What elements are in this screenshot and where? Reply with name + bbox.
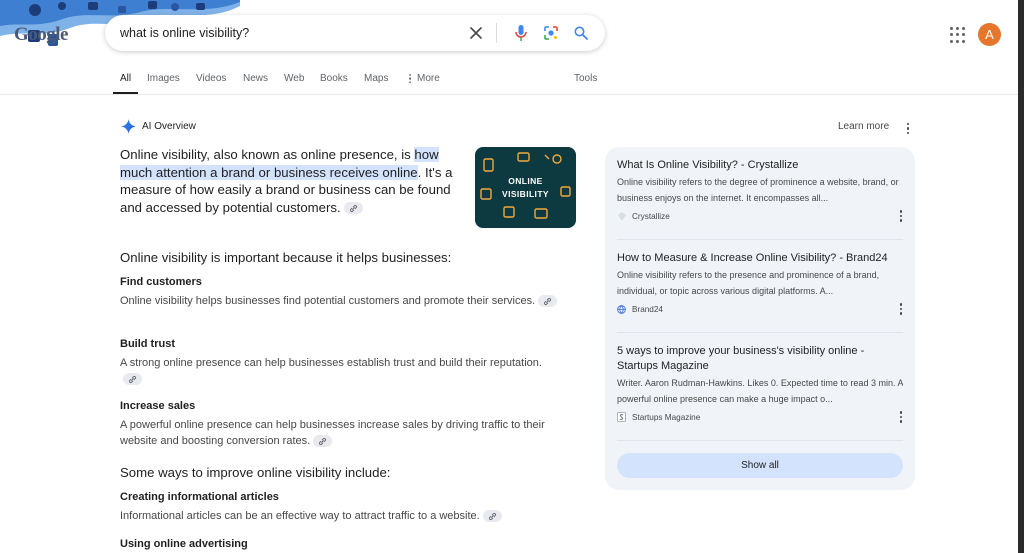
- source-more-icon[interactable]: [900, 210, 903, 222]
- source-divider: [617, 239, 903, 240]
- source-snippet: Online visibility refers to the presence…: [617, 270, 880, 296]
- tab-books[interactable]: Books: [320, 73, 348, 84]
- tools-button[interactable]: Tools: [574, 73, 597, 84]
- avatar[interactable]: A: [978, 23, 1001, 46]
- window-edge: [1018, 0, 1024, 553]
- point-body: A powerful online presence can help busi…: [120, 419, 545, 447]
- search-tabs: All Images Videos News Web Books Maps Mo…: [0, 73, 1018, 95]
- search-divider: [496, 23, 497, 43]
- tab-more-label: More: [417, 73, 440, 85]
- source-site-name: Crystallize: [632, 211, 670, 221]
- apps-grid-icon[interactable]: [950, 27, 966, 43]
- section-heading-ways: Some ways to improve online visibility i…: [120, 465, 391, 480]
- point-title: Build trust: [120, 338, 175, 350]
- ai-overview-intro: Online visibility, also known as online …: [120, 146, 465, 216]
- thumbnail-title: ONLINE VISIBILITY: [502, 176, 549, 199]
- source-snippet: Writer. Aaron Rudman-Hawkins. Likes 0. E…: [617, 378, 903, 404]
- source-link-icon[interactable]: [123, 373, 142, 386]
- ai-overview-more-icon[interactable]: [907, 123, 910, 135]
- source-link-icon[interactable]: [482, 510, 502, 523]
- intro-text: Online visibility, also known as online …: [120, 147, 415, 162]
- ai-overview-header: AI Overview: [121, 119, 196, 134]
- source-card[interactable]: 5 ways to improve your business's visibi…: [617, 344, 903, 423]
- search-bar[interactable]: what is online visibility?: [105, 15, 605, 51]
- tab-news[interactable]: News: [243, 73, 268, 84]
- startups-magazine-favicon-icon: [617, 412, 626, 422]
- ai-overview-label: AI Overview: [142, 121, 196, 132]
- logo-text: Google: [14, 24, 69, 45]
- source-link-icon[interactable]: [538, 295, 558, 308]
- tab-all[interactable]: All: [120, 73, 131, 84]
- microphone-icon[interactable]: [509, 21, 533, 45]
- source-link-icon[interactable]: [343, 202, 363, 215]
- section-heading-importance: Online visibility is important because i…: [120, 250, 452, 265]
- tab-more[interactable]: More: [409, 73, 440, 84]
- source-site-name: Startups Magazine: [632, 412, 701, 422]
- search-icon[interactable]: [569, 21, 593, 45]
- source-divider: [617, 332, 903, 333]
- sources-panel: What Is Online Visibility? - Crystallize…: [605, 147, 915, 490]
- search-input[interactable]: what is online visibility?: [120, 26, 458, 40]
- point-text: A powerful online presence can help busi…: [120, 417, 560, 449]
- way-body: Informational articles can be an effecti…: [120, 510, 480, 522]
- source-more-icon[interactable]: [900, 411, 903, 423]
- tab-maps[interactable]: Maps: [364, 73, 388, 84]
- source-site-name: Brand24: [632, 304, 663, 314]
- source-divider: [617, 440, 903, 441]
- point-text: Online visibility helps businesses find …: [120, 293, 560, 309]
- tab-web[interactable]: Web: [284, 73, 304, 84]
- source-card[interactable]: What Is Online Visibility? - Crystallize…: [617, 158, 903, 222]
- learn-more-link[interactable]: Learn more: [838, 121, 889, 132]
- source-title[interactable]: 5 ways to improve your business's visibi…: [617, 344, 903, 374]
- lens-icon[interactable]: [539, 21, 563, 45]
- point-text: A strong online presence can help busine…: [120, 355, 560, 387]
- tab-images[interactable]: Images: [147, 73, 180, 84]
- globe-icon: [617, 304, 626, 314]
- point-title: Increase sales: [120, 400, 196, 412]
- source-card[interactable]: How to Measure & Increase Online Visibil…: [617, 251, 903, 315]
- show-all-button[interactable]: Show all: [617, 453, 903, 478]
- more-dots-icon: [409, 74, 412, 84]
- source-link-icon[interactable]: [313, 435, 333, 448]
- source-snippet: Online visibility refers to the degree o…: [617, 177, 899, 203]
- way-title: Using online advertising: [120, 538, 248, 550]
- point-body: A strong online presence can help busine…: [120, 357, 542, 369]
- source-more-icon[interactable]: [900, 303, 903, 315]
- point-title: Find customers: [120, 276, 202, 288]
- crystallize-favicon-icon: [617, 211, 626, 221]
- online-visibility-thumbnail[interactable]: ONLINE VISIBILITY: [475, 147, 576, 228]
- tab-videos[interactable]: Videos: [196, 73, 226, 84]
- header-divider: [0, 94, 1018, 95]
- way-title: Creating informational articles: [120, 491, 279, 503]
- source-title[interactable]: How to Measure & Increase Online Visibil…: [617, 251, 903, 266]
- point-body: Online visibility helps businesses find …: [120, 295, 536, 307]
- source-title[interactable]: What Is Online Visibility? - Crystallize: [617, 158, 903, 173]
- clear-icon[interactable]: [464, 21, 488, 45]
- way-text: Informational articles can be an effecti…: [120, 508, 580, 524]
- gemini-sparkle-icon: [121, 119, 136, 134]
